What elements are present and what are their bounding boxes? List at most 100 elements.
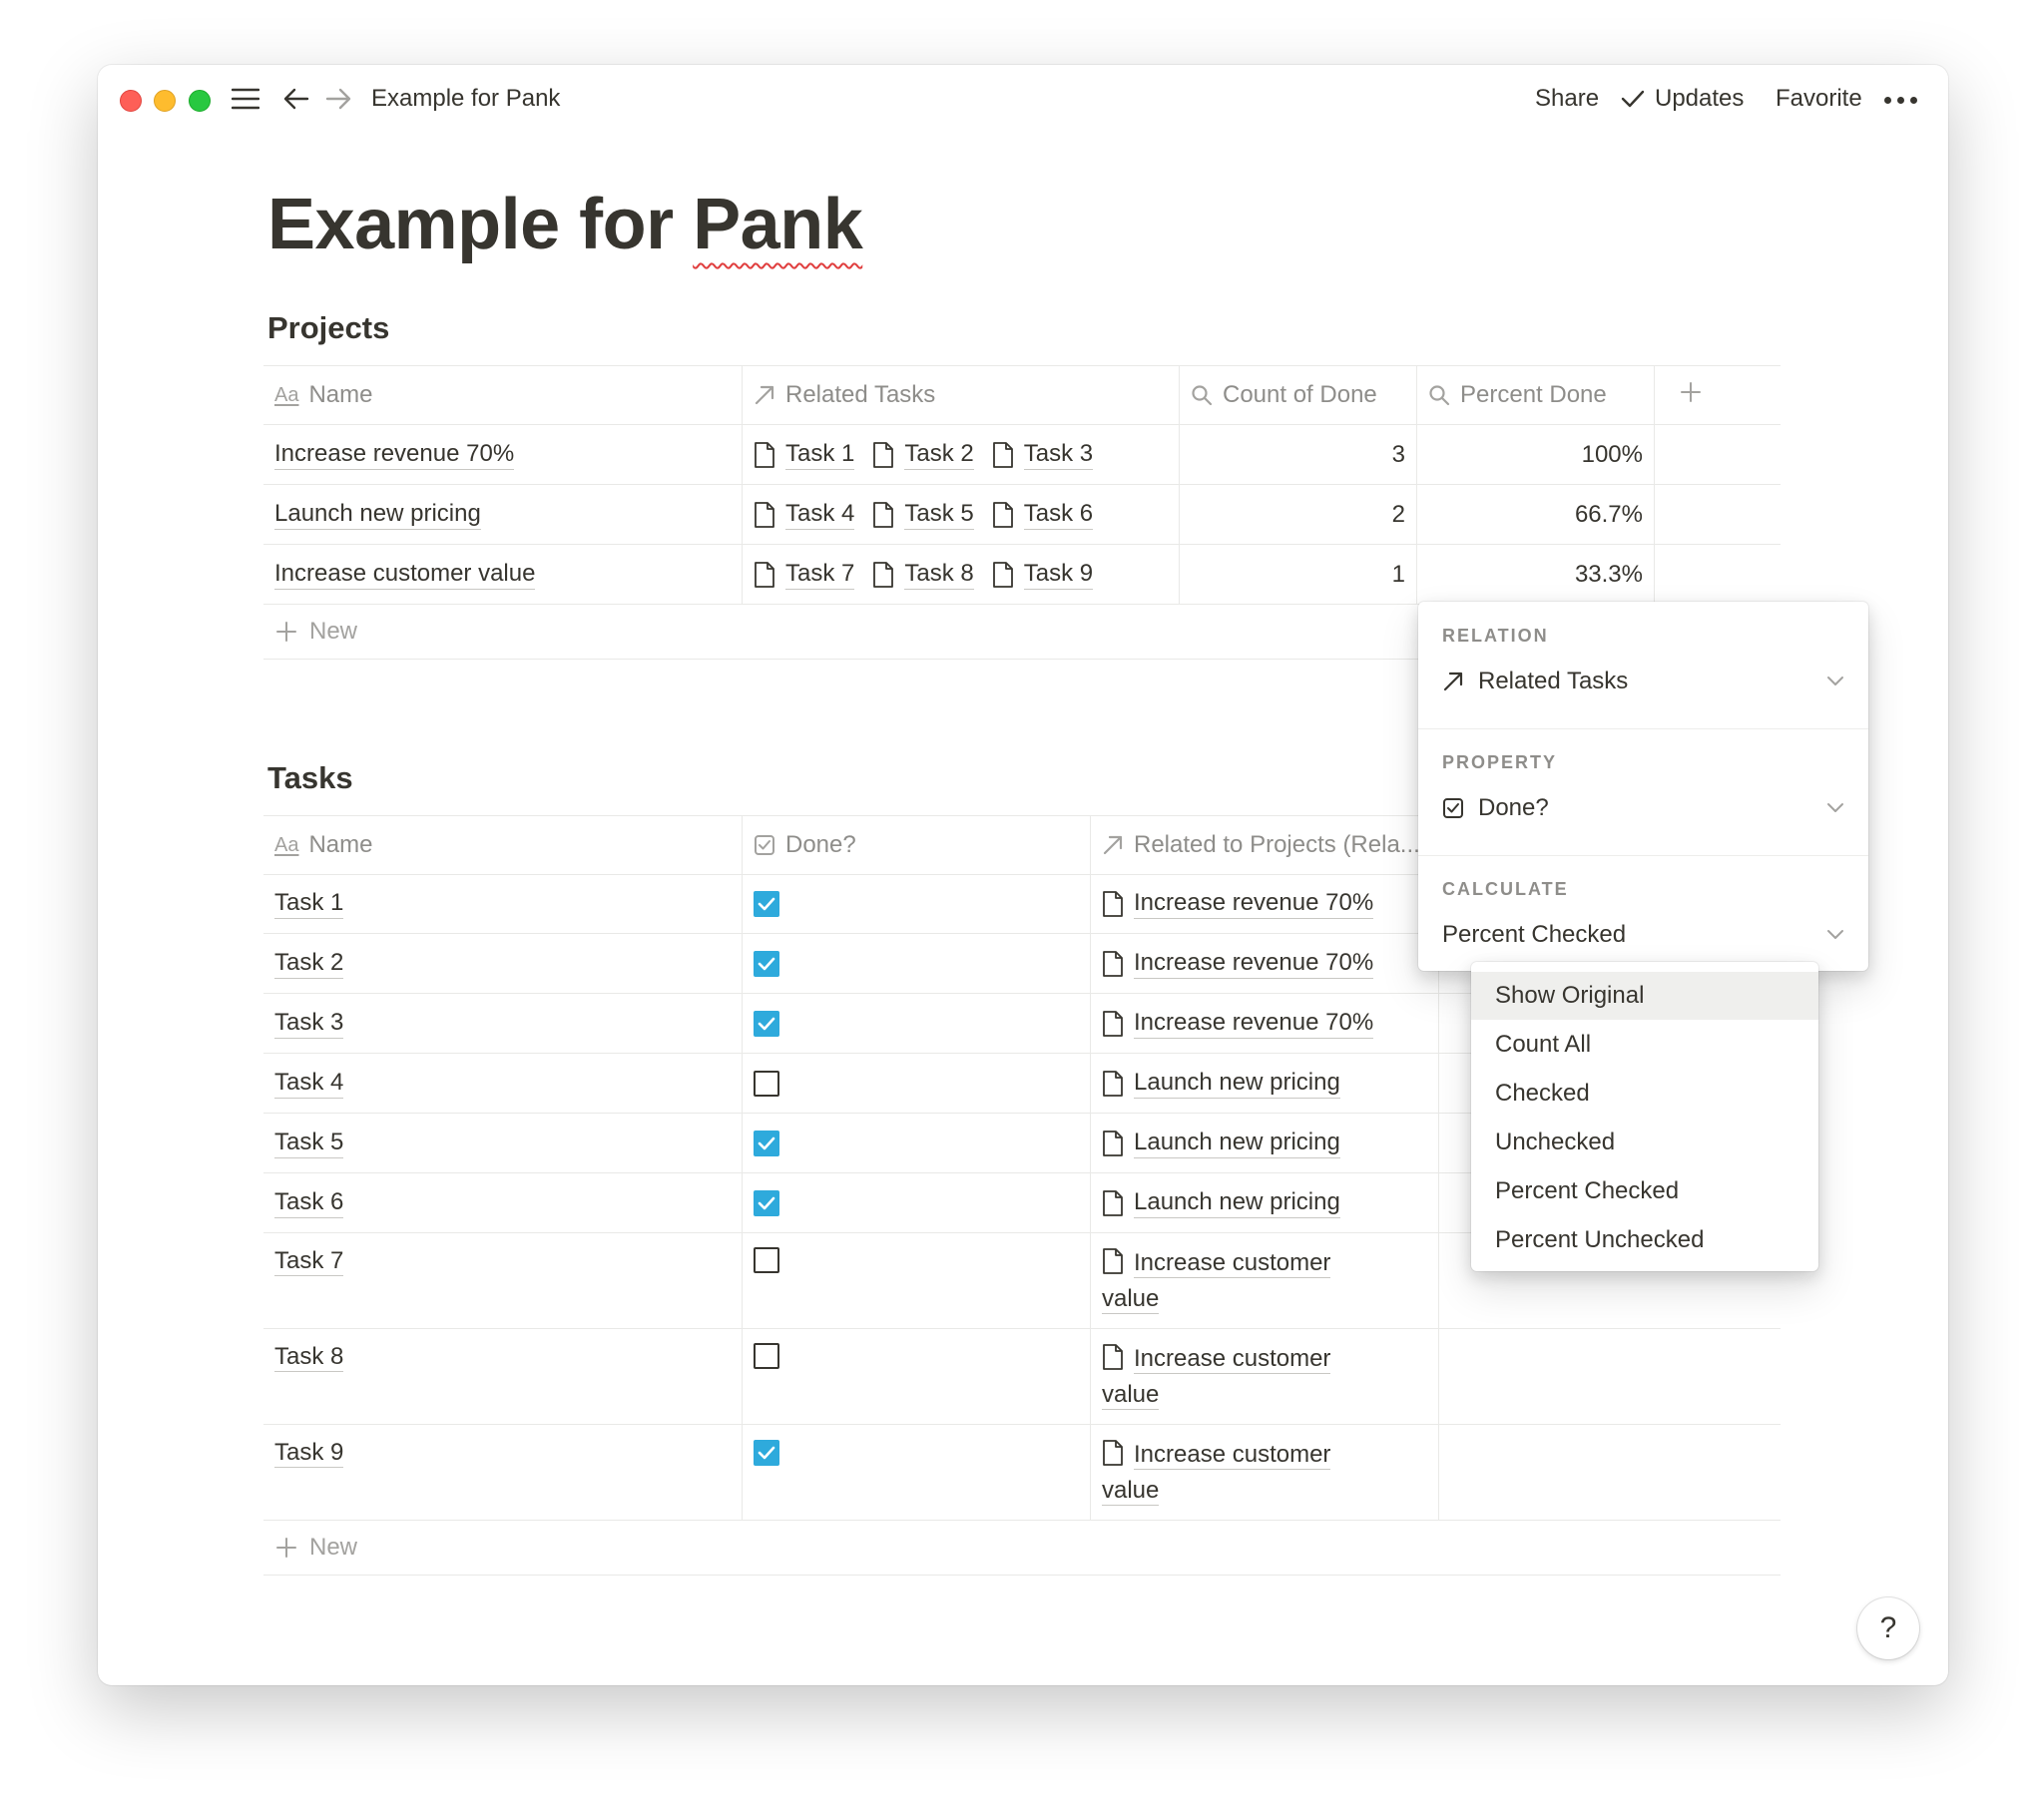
related-task-pill[interactable]: Task 9 xyxy=(992,560,1094,590)
more-dots-icon[interactable] xyxy=(1884,97,1917,104)
related-project-cell[interactable]: Increase customer value xyxy=(1091,1329,1439,1424)
done-checkbox-checked[interactable] xyxy=(754,890,779,917)
count-of-done-cell[interactable]: 3 xyxy=(1180,425,1417,484)
favorite-button[interactable]: Favorite xyxy=(1776,81,1862,117)
add-column-button[interactable] xyxy=(1655,366,1781,424)
count-of-done-cell[interactable]: 2 xyxy=(1180,485,1417,544)
related-tasks-cell[interactable]: Task 7 Task 8 Task 9 xyxy=(743,545,1180,604)
related-project-cell[interactable]: Launch new pricing xyxy=(1091,1054,1439,1113)
forward-arrow-icon[interactable] xyxy=(323,81,353,117)
table-row[interactable]: Increase revenue 70% Task 1 Task 2 Task … xyxy=(263,425,1781,485)
done-checkbox-checked[interactable] xyxy=(754,950,779,977)
task-name-cell[interactable]: Task 7 xyxy=(263,1233,743,1328)
column-header-count-of-done[interactable]: Count of Done xyxy=(1180,366,1417,424)
related-project-label-continued[interactable]: value xyxy=(1102,1381,1160,1410)
task-name-cell[interactable]: Task 2 xyxy=(263,934,743,993)
task-name-cell[interactable]: Task 9 xyxy=(263,1425,743,1520)
related-task-pill[interactable]: Task 8 xyxy=(872,560,974,590)
done-cell xyxy=(743,994,1091,1053)
related-task-pill[interactable]: Task 5 xyxy=(872,500,974,530)
minimize-window-button[interactable] xyxy=(154,90,176,112)
menu-item-unchecked[interactable]: Unchecked xyxy=(1471,1119,1818,1166)
related-tasks-cell[interactable]: Task 4 Task 5 Task 6 xyxy=(743,485,1180,544)
task-name-cell[interactable]: Task 5 xyxy=(263,1114,743,1172)
related-tasks-cell[interactable]: Task 1 Task 2 Task 3 xyxy=(743,425,1180,484)
task-name-cell[interactable]: Task 3 xyxy=(263,994,743,1053)
task-name-cell[interactable]: Task 6 xyxy=(263,1173,743,1232)
done-checkbox-checked[interactable] xyxy=(754,1130,779,1156)
back-arrow-icon[interactable] xyxy=(281,81,311,117)
task-name-cell[interactable]: Task 4 xyxy=(263,1054,743,1113)
column-header-name[interactable]: Aa Name xyxy=(263,366,743,424)
help-button[interactable]: ? xyxy=(1857,1597,1919,1659)
close-window-button[interactable] xyxy=(120,90,142,112)
table-row[interactable]: Task 9 Increase customer value xyxy=(263,1425,1781,1521)
related-task-pill[interactable]: Task 2 xyxy=(872,440,974,470)
related-project-cell[interactable]: Launch new pricing xyxy=(1091,1173,1439,1232)
property-select[interactable]: Done? xyxy=(1442,788,1844,828)
column-header-related-to-projects[interactable]: Related to Projects (Rela... xyxy=(1091,816,1439,874)
column-header-percent-done[interactable]: Percent Done xyxy=(1417,366,1655,424)
related-project-pill[interactable]: Launch new pricing xyxy=(1102,1188,1340,1218)
column-header-done[interactable]: Done? xyxy=(743,816,1091,874)
related-project-cell[interactable]: Increase revenue 70% xyxy=(1091,934,1439,993)
related-project-label[interactable]: Increase customer xyxy=(1134,1345,1331,1374)
related-task-pill[interactable]: Task 6 xyxy=(992,500,1094,530)
done-checkbox-unchecked[interactable] xyxy=(754,1070,779,1097)
related-project-label-continued[interactable]: value xyxy=(1102,1477,1160,1506)
relation-select[interactable]: Related Tasks xyxy=(1442,662,1844,701)
tasks-title[interactable]: Tasks xyxy=(267,760,353,796)
related-project-pill[interactable]: Launch new pricing xyxy=(1102,1129,1340,1158)
related-project-label[interactable]: Increase customer xyxy=(1134,1249,1331,1278)
done-checkbox-checked[interactable] xyxy=(754,1189,779,1216)
table-row[interactable]: Increase customer value Task 7 Task 8 Ta… xyxy=(263,545,1781,605)
table-row[interactable]: Launch new pricing Task 4 Task 5 Task 6 … xyxy=(263,485,1781,545)
page-title[interactable]: Example for Pank xyxy=(267,175,863,274)
related-task-pill[interactable]: Task 3 xyxy=(992,440,1094,470)
related-project-label-continued[interactable]: value xyxy=(1102,1285,1160,1314)
percent-done-cell[interactable]: 100% xyxy=(1417,425,1655,484)
maximize-window-button[interactable] xyxy=(189,90,211,112)
column-header-name[interactable]: Aa Name xyxy=(263,816,743,874)
count-of-done-cell[interactable]: 1 xyxy=(1180,545,1417,604)
related-project-pill[interactable]: Launch new pricing xyxy=(1102,1069,1340,1099)
related-project-pill[interactable]: Increase revenue 70% xyxy=(1102,949,1374,979)
updates-button[interactable]: Updates xyxy=(1621,81,1744,117)
related-project-pill[interactable]: Increase revenue 70% xyxy=(1102,1009,1374,1039)
related-project-cell[interactable]: Increase customer value xyxy=(1091,1233,1439,1328)
related-project-label[interactable]: Increase customer xyxy=(1134,1441,1331,1470)
related-project-cell[interactable]: Launch new pricing xyxy=(1091,1114,1439,1172)
project-name-cell[interactable]: Increase customer value xyxy=(263,545,743,604)
percent-done-cell[interactable]: 66.7% xyxy=(1417,485,1655,544)
related-task-pill[interactable]: Task 4 xyxy=(754,500,855,530)
project-name-cell[interactable]: Launch new pricing xyxy=(263,485,743,544)
related-task-pill[interactable]: Task 7 xyxy=(754,560,855,590)
related-project-pill[interactable]: Increase revenue 70% xyxy=(1102,889,1374,919)
breadcrumb[interactable]: Example for Pank xyxy=(371,81,560,117)
percent-done-cell[interactable]: 33.3% xyxy=(1417,545,1655,604)
done-checkbox-unchecked[interactable] xyxy=(754,1343,779,1369)
done-checkbox-checked[interactable] xyxy=(754,1010,779,1037)
page-icon xyxy=(1103,1070,1123,1097)
calculate-select[interactable]: Percent Checked xyxy=(1442,915,1844,955)
task-name-cell[interactable]: Task 8 xyxy=(263,1329,743,1424)
menu-item-show-original[interactable]: Show Original xyxy=(1471,972,1818,1020)
column-header-related-tasks[interactable]: Related Tasks xyxy=(743,366,1180,424)
hamburger-icon[interactable] xyxy=(230,81,261,117)
done-checkbox-checked[interactable] xyxy=(754,1440,779,1466)
task-name-cell[interactable]: Task 1 xyxy=(263,874,743,933)
menu-item-percent-unchecked[interactable]: Percent Unchecked xyxy=(1471,1216,1818,1264)
menu-item-checked[interactable]: Checked xyxy=(1471,1070,1818,1118)
related-project-cell[interactable]: Increase revenue 70% xyxy=(1091,994,1439,1053)
related-task-pill[interactable]: Task 1 xyxy=(754,440,855,470)
done-checkbox-unchecked[interactable] xyxy=(754,1247,779,1273)
projects-title[interactable]: Projects xyxy=(267,310,389,346)
menu-item-count-all[interactable]: Count All xyxy=(1471,1021,1818,1069)
menu-item-percent-checked[interactable]: Percent Checked xyxy=(1471,1167,1818,1215)
share-button[interactable]: Share xyxy=(1535,81,1599,117)
new-row-button[interactable]: New xyxy=(263,1521,1781,1576)
project-name-cell[interactable]: Increase revenue 70% xyxy=(263,425,743,484)
related-project-cell[interactable]: Increase revenue 70% xyxy=(1091,874,1439,933)
related-project-cell[interactable]: Increase customer value xyxy=(1091,1425,1439,1520)
table-row[interactable]: Task 8 Increase customer value xyxy=(263,1329,1781,1425)
